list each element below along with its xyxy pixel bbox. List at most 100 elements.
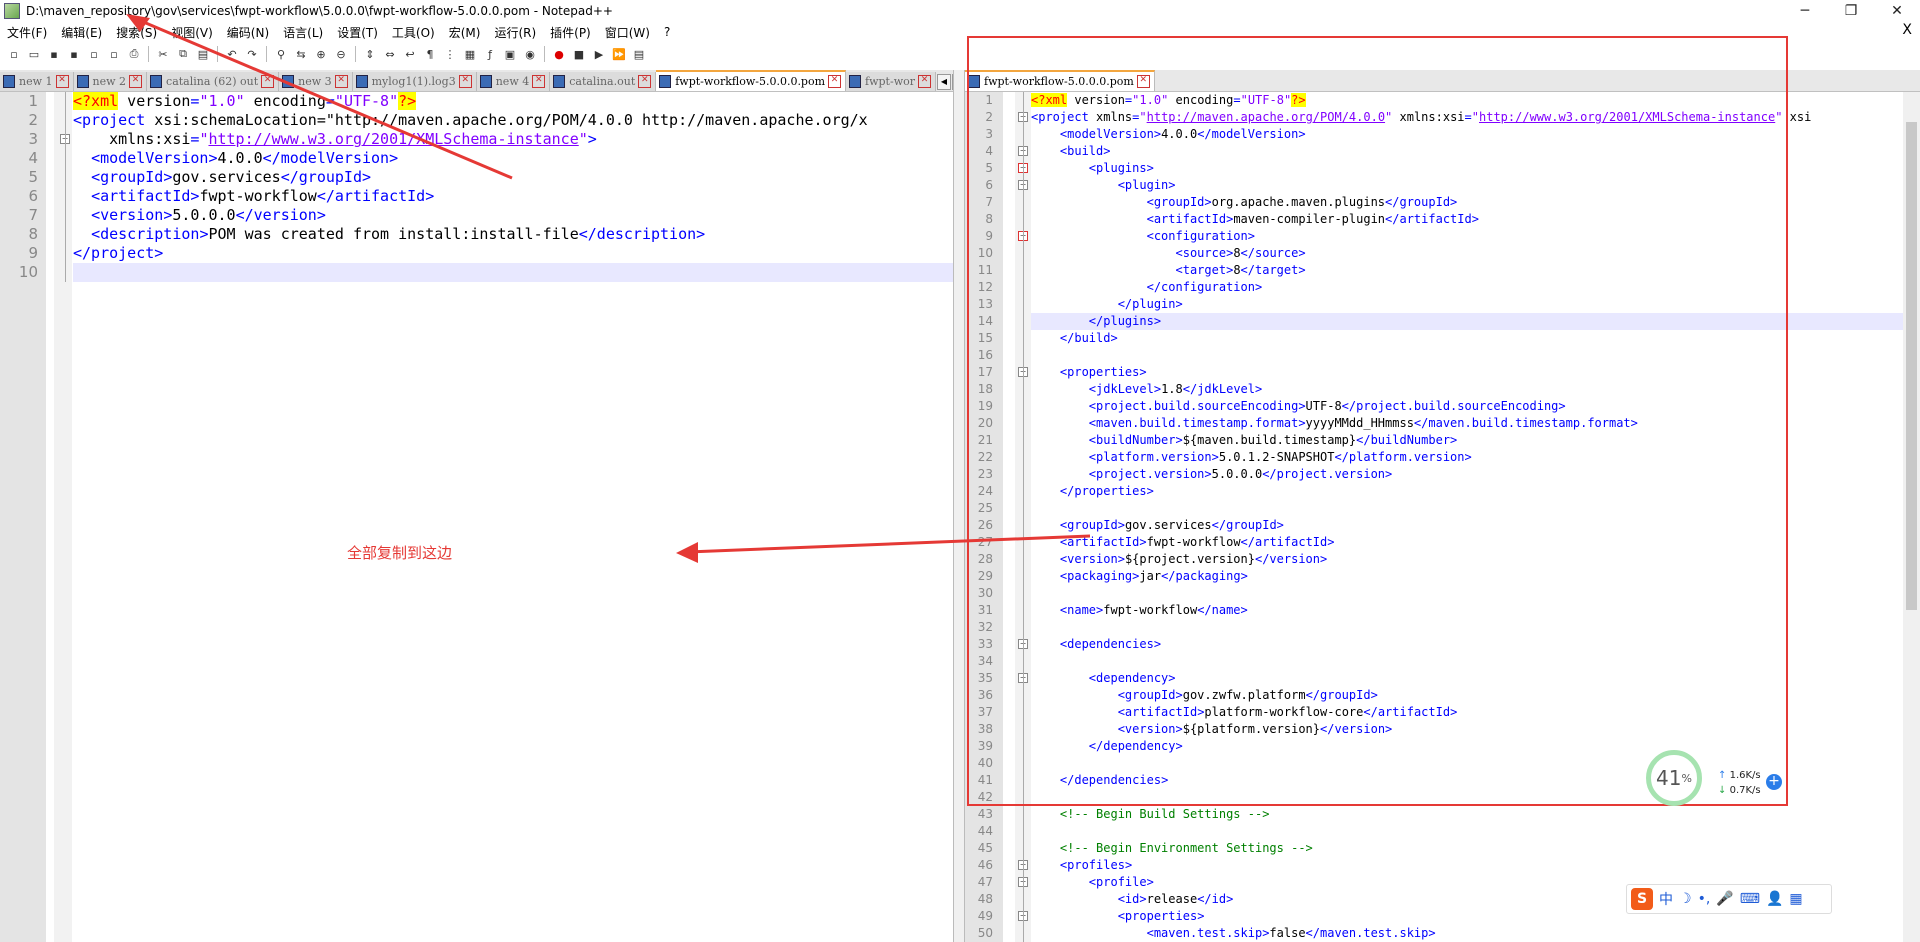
- close-window-button[interactable]: ✕: [1874, 0, 1920, 22]
- code-line[interactable]: </build>: [1031, 330, 1903, 347]
- cut-icon[interactable]: ✂: [155, 46, 171, 62]
- code-line[interactable]: <modelVersion>4.0.0</modelVersion>: [1031, 126, 1903, 143]
- document-tab[interactable]: new 1 ✕: [0, 72, 74, 91]
- new-file-icon[interactable]: ▫: [6, 46, 22, 62]
- code-line[interactable]: <groupId>gov.services</groupId>: [73, 168, 953, 187]
- all-chars-icon[interactable]: ¶: [422, 46, 438, 62]
- redo-icon[interactable]: ↷: [244, 46, 260, 62]
- code-line[interactable]: <plugin>: [1031, 177, 1903, 194]
- play-macro-icon[interactable]: ▶: [591, 46, 607, 62]
- close-document-button[interactable]: X: [1902, 22, 1912, 38]
- right-editor-pane[interactable]: 1 2 3 4 5 6 7 8 9 10 11 12 13 14 15 16 17 18 19 20 21 22 23 24 2…: [965, 92, 1903, 942]
- code-line[interactable]: </properties>: [1031, 483, 1903, 500]
- code-line[interactable]: <plugins>: [1031, 160, 1903, 177]
- punctuation-icon[interactable]: •,: [1698, 891, 1711, 907]
- tab-close-icon[interactable]: ✕: [1136, 75, 1150, 88]
- code-line[interactable]: </project>: [73, 244, 953, 263]
- keyboard-icon[interactable]: ⌨: [1740, 891, 1760, 907]
- document-tab[interactable]: mylog1(1).log3 ✕: [352, 72, 477, 91]
- indent-guide-icon[interactable]: ⋮: [442, 46, 458, 62]
- scrollbar-thumb[interactable]: [1906, 122, 1917, 610]
- code-line[interactable]: <project.version>5.0.0.0</project.versio…: [1031, 466, 1903, 483]
- menu-item[interactable]: 插件(P): [543, 24, 598, 41]
- code-line[interactable]: </plugin>: [1031, 296, 1903, 313]
- code-line[interactable]: <dependency>: [1031, 670, 1903, 687]
- code-line[interactable]: <maven.test.skip>false</maven.test.skip>: [1031, 925, 1903, 942]
- find-icon[interactable]: ⚲: [273, 46, 289, 62]
- code-line[interactable]: <platform.version>5.0.1.2-SNAPSHOT</plat…: [1031, 449, 1903, 466]
- code-line[interactable]: ​: [73, 263, 953, 282]
- sync-v-icon[interactable]: ⇕: [362, 46, 378, 62]
- sync-h-icon[interactable]: ⇔: [382, 46, 398, 62]
- left-code-area[interactable]: <?xml version="1.0" encoding="UTF-8"?> <p…: [73, 92, 953, 282]
- code-line[interactable]: <!-- Begin Environment Settings -->: [1031, 840, 1903, 857]
- code-line[interactable]: <?xml version="1.0" encoding="UTF-8"?>: [73, 92, 953, 111]
- right-vertical-scrollbar[interactable]: [1903, 92, 1920, 942]
- microphone-icon[interactable]: 🎤: [1716, 891, 1733, 907]
- function-list-icon[interactable]: ƒ: [482, 46, 498, 62]
- tab-close-icon[interactable]: ✕: [129, 75, 143, 88]
- code-line[interactable]: <jdkLevel>1.8</jdkLevel>: [1031, 381, 1903, 398]
- code-line[interactable]: ​: [1031, 823, 1903, 840]
- menu-item[interactable]: 宏(M): [442, 24, 488, 41]
- tab-close-icon[interactable]: ✕: [638, 75, 652, 88]
- code-line[interactable]: ​: [1031, 619, 1903, 636]
- code-line[interactable]: ​: [1031, 347, 1903, 364]
- document-tab[interactable]: catalina.out ✕: [550, 72, 657, 91]
- code-line[interactable]: <project xsi:schemaLocation="http://mave…: [73, 111, 953, 130]
- menu-item[interactable]: 语言(L): [276, 24, 330, 41]
- tab-close-icon[interactable]: ✕: [918, 75, 931, 88]
- code-line[interactable]: </configuration>: [1031, 279, 1903, 296]
- code-line[interactable]: <version>${platform.version}</version>: [1031, 721, 1903, 738]
- document-tab[interactable]: catalina (62) out ✕: [147, 72, 280, 91]
- code-line[interactable]: <?xml version="1.0" encoding="UTF-8"?>: [1031, 92, 1903, 109]
- zoom-out-icon[interactable]: ⊖: [333, 46, 349, 62]
- save-icon[interactable]: ▪: [46, 46, 62, 62]
- zoom-in-icon[interactable]: ⊕: [313, 46, 329, 62]
- code-line[interactable]: <artifactId>fwpt-workflow</artifactId>: [1031, 534, 1903, 551]
- code-line[interactable]: <description>POM was created from instal…: [73, 225, 953, 244]
- menu-item[interactable]: 编码(N): [220, 24, 276, 41]
- minimize-button[interactable]: ─: [1782, 0, 1828, 22]
- code-line[interactable]: <profiles>: [1031, 857, 1903, 874]
- tab-close-icon[interactable]: ✕: [261, 75, 275, 88]
- menu-item[interactable]: 文件(F): [0, 24, 54, 41]
- run-macro-multiple-icon[interactable]: ⏩: [611, 46, 627, 62]
- record-macro-icon[interactable]: ●: [551, 46, 567, 62]
- code-line[interactable]: <buildNumber>${maven.build.timestamp}</b…: [1031, 432, 1903, 449]
- menu-item[interactable]: 视图(V): [164, 24, 220, 41]
- code-line[interactable]: <source>8</source>: [1031, 245, 1903, 262]
- add-icon[interactable]: +: [1766, 774, 1782, 790]
- code-line[interactable]: <version>5.0.0.0</version>: [73, 206, 953, 225]
- code-line[interactable]: <name>fwpt-workflow</name>: [1031, 602, 1903, 619]
- tab-close-icon[interactable]: ✕: [532, 75, 546, 88]
- code-line[interactable]: <project xmlns="http://maven.apache.org/…: [1031, 109, 1903, 126]
- menu-item[interactable]: 搜索(S): [109, 24, 164, 41]
- maximize-button[interactable]: ❐: [1828, 0, 1874, 22]
- code-line[interactable]: <artifactId>platform-workflow-core</arti…: [1031, 704, 1903, 721]
- code-line[interactable]: <version>${project.version}</version>: [1031, 551, 1903, 568]
- code-line[interactable]: ​: [1031, 585, 1903, 602]
- right-code-area[interactable]: <?xml version="1.0" encoding="UTF-8"?> <p…: [1031, 92, 1903, 942]
- menu-item[interactable]: ?: [657, 25, 677, 39]
- open-file-icon[interactable]: ▭: [26, 46, 42, 62]
- code-line[interactable]: <dependencies>: [1031, 636, 1903, 653]
- code-line[interactable]: <modelVersion>4.0.0</modelVersion>: [73, 149, 953, 168]
- code-line[interactable]: <configuration>: [1031, 228, 1903, 245]
- menu-item[interactable]: 工具(O): [385, 24, 442, 41]
- sogou-logo-icon[interactable]: S: [1631, 888, 1653, 910]
- close-icon[interactable]: ▫: [86, 46, 102, 62]
- menu-item[interactable]: 窗口(W): [598, 24, 657, 41]
- document-tab[interactable]: fwpt-workflow-5.0.0.0.pom ✕: [656, 70, 847, 91]
- code-line[interactable]: ​: [1031, 500, 1903, 517]
- tab-close-icon[interactable]: ✕: [828, 75, 842, 88]
- replace-icon[interactable]: ⇆: [293, 46, 309, 62]
- code-line[interactable]: </plugins>: [1031, 313, 1903, 330]
- document-tab[interactable]: fwpt-workflow-5.0.0.0.pom ✕: [965, 70, 1155, 91]
- code-line[interactable]: <build>: [1031, 143, 1903, 160]
- tab-close-icon[interactable]: ✕: [458, 75, 472, 88]
- code-line[interactable]: <maven.build.timestamp.format>yyyyMMdd_H…: [1031, 415, 1903, 432]
- save-all-icon[interactable]: ▪: [66, 46, 82, 62]
- undo-icon[interactable]: ↶: [224, 46, 240, 62]
- left-editor-pane[interactable]: 12345678910 − <?xml version="1.0" encodi…: [0, 92, 953, 942]
